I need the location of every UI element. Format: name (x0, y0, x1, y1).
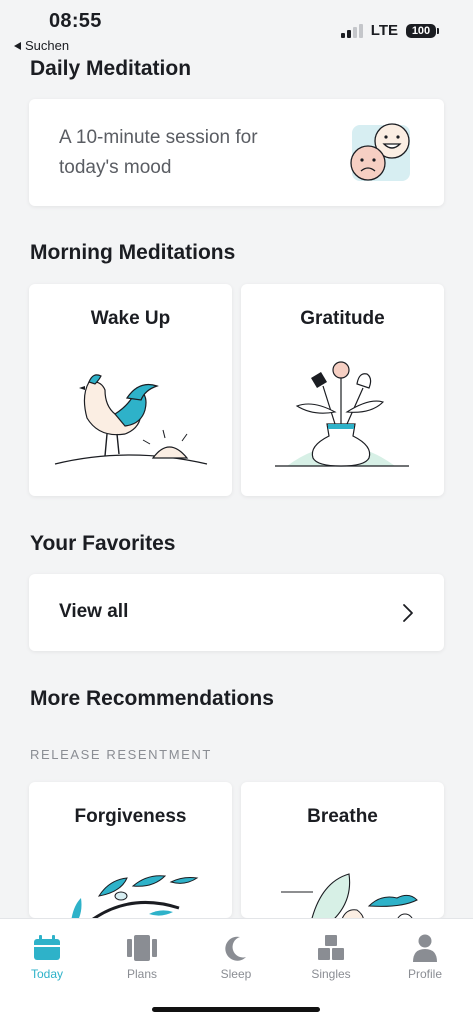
wake-up-tile[interactable]: Wake Up (29, 284, 232, 496)
forgiveness-tile[interactable]: Forgiveness (29, 782, 232, 918)
tile-title: Wake Up (90, 308, 171, 329)
tab-plans[interactable]: Plans (102, 933, 182, 981)
morning-meditations-heading: Morning Meditations (30, 241, 236, 264)
flower-vase-illustration (275, 361, 409, 467)
home-indicator[interactable] (152, 1007, 320, 1012)
rooster-sunrise-illustration (54, 374, 208, 465)
tab-today[interactable]: Today (7, 933, 87, 981)
tab-singles[interactable]: Singles (291, 933, 371, 981)
tile-title: Breathe (307, 806, 378, 827)
tab-label: Profile (407, 967, 442, 981)
breathe-leaf-illustration (281, 873, 418, 918)
back-to-search-link[interactable]: Suchen (14, 38, 69, 53)
mood-faces-icon (350, 123, 410, 181)
tab-label: Sleep (220, 967, 252, 981)
battery-level: 100 (406, 23, 436, 38)
daily-meditation-heading: Daily Meditation (30, 57, 192, 80)
release-resentment-label: RELEASE RESENTMENT (30, 747, 212, 762)
tile-title: Forgiveness (74, 806, 187, 827)
tab-label: Singles (311, 967, 351, 981)
breathe-tile[interactable]: Breathe (241, 782, 444, 918)
tile-title: Gratitude (300, 308, 385, 329)
moon-icon (225, 936, 246, 961)
status-indicators: LTE 100 (340, 22, 439, 39)
calendar-icon (34, 935, 60, 960)
gratitude-tile[interactable]: Gratitude (241, 284, 444, 496)
status-time: 08:55 (49, 10, 102, 32)
network-type: LTE (370, 22, 398, 39)
tab-profile[interactable]: Profile (385, 933, 465, 981)
blocks-icon (318, 935, 344, 960)
view-all-label: View all (59, 601, 129, 622)
back-arrow-icon (14, 41, 21, 50)
recommendations-heading: More Recommendations (30, 687, 274, 710)
daily-meditation-card[interactable]: A 10-minute session for today's mood (29, 99, 444, 206)
branch-leaves-illustration (71, 875, 199, 918)
signal-icon (340, 23, 363, 38)
battery-icon: 100 (406, 23, 439, 38)
person-icon (413, 934, 437, 962)
favorites-heading: Your Favorites (30, 532, 176, 555)
plans-icon (127, 935, 157, 961)
tab-label: Today (30, 967, 64, 981)
view-all-favorites-row[interactable]: View all (29, 574, 444, 651)
tab-sleep[interactable]: Sleep (196, 933, 276, 981)
status-bar: 08:55 Suchen LTE 100 (0, 0, 473, 56)
daily-meditation-subtitle: A 10-minute session for today's mood (59, 127, 258, 178)
back-link-label: Suchen (25, 38, 70, 53)
tab-label: Plans (126, 967, 158, 981)
chevron-right-icon (403, 604, 413, 622)
